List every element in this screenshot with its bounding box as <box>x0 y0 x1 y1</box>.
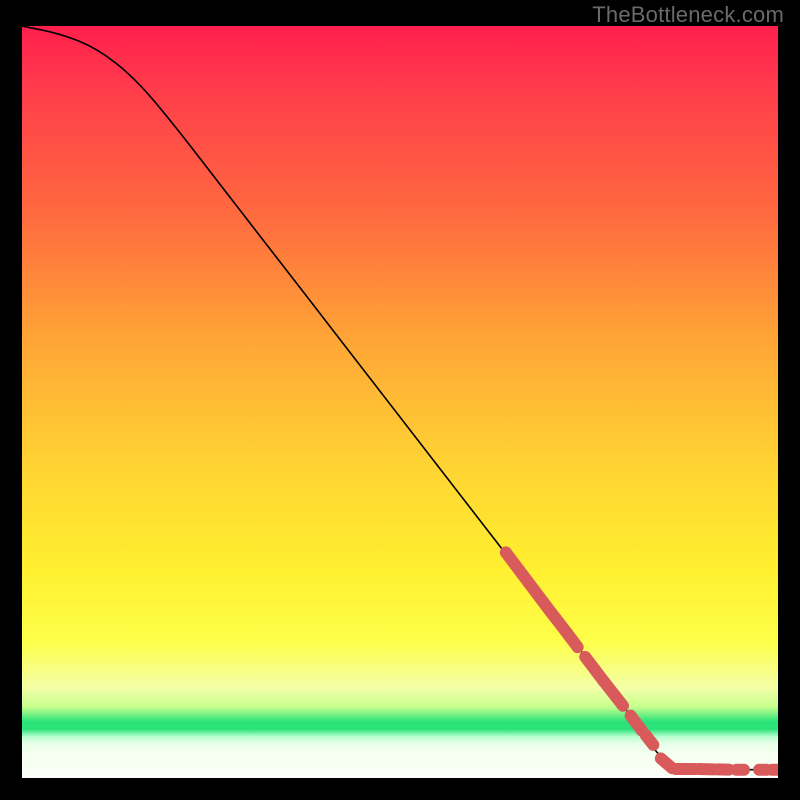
chart-overlay <box>22 26 778 778</box>
highlight-dash <box>566 632 577 647</box>
highlight-dash <box>604 682 623 706</box>
bottleneck-curve <box>22 26 778 770</box>
watermark-text: TheBottleneck.com <box>592 2 784 28</box>
highlight-dashes <box>506 552 778 769</box>
plot-area <box>22 26 778 778</box>
highlight-dash <box>646 735 654 745</box>
highlight-dash <box>631 716 642 731</box>
chart-frame: TheBottleneck.com <box>0 0 800 800</box>
